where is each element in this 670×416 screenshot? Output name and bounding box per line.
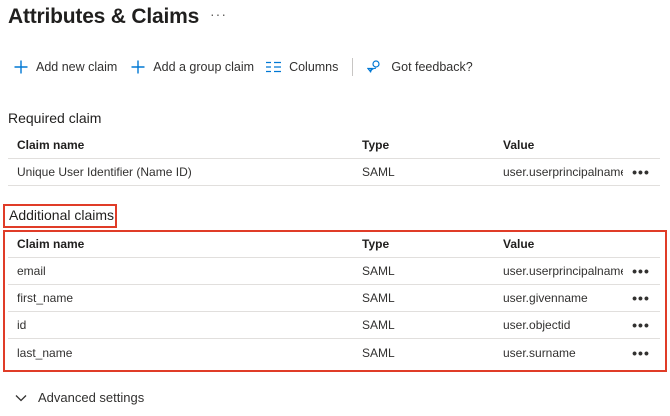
page-title: Attributes & Claims (8, 5, 200, 28)
table-row[interactable]: last_name SAML user.surname ••• (8, 339, 660, 366)
required-claim-heading: Required claim (8, 110, 102, 126)
add-group-claim-label: Add a group claim (153, 60, 255, 74)
page-header: Attributes & Claims (8, 2, 199, 32)
additional-claims-table: Claim name Type Value email SAML user.us… (8, 230, 660, 366)
columns-icon (266, 61, 282, 73)
claim-name-cell: first_name (17, 291, 74, 305)
claim-type-cell: SAML (362, 264, 395, 278)
table-header: Claim name Type Value (8, 230, 660, 258)
column-header-type[interactable]: Type (352, 237, 493, 251)
claim-value-cell: user.objectid (503, 318, 571, 332)
table-row[interactable]: first_name SAML user.givenname ••• (8, 285, 660, 312)
column-header-claim-name[interactable]: Claim name (8, 237, 352, 251)
add-new-claim-label: Add new claim (36, 60, 118, 74)
claim-name-cell: last_name (17, 345, 73, 360)
claim-name-cell: Unique User Identifier (Name ID) (17, 165, 192, 179)
table-header: Claim name Type Value (8, 131, 660, 159)
claim-value-cell: user.surname (503, 345, 576, 360)
claim-name-cell: email (17, 264, 46, 278)
feedback-icon (367, 59, 383, 75)
row-more-icon[interactable]: ••• (623, 318, 659, 332)
toolbar-divider (352, 58, 354, 76)
column-header-value[interactable]: Value (493, 138, 623, 152)
columns-label: Columns (289, 60, 339, 74)
chevron-down-icon (14, 391, 28, 405)
column-header-type[interactable]: Type (352, 138, 493, 152)
columns-button[interactable]: Columns (260, 54, 344, 80)
claim-value-cell: user.userprincipalname [... (503, 165, 623, 179)
command-bar: Add new claim Add a group claim Columns … (8, 54, 479, 80)
feedback-label: Got feedback? (391, 60, 473, 74)
plus-icon (14, 60, 28, 74)
advanced-settings-toggle[interactable]: Advanced settings (14, 390, 144, 405)
additional-claims-heading: Additional claims (9, 207, 115, 223)
advanced-settings-label: Advanced settings (38, 390, 145, 405)
column-header-claim-name[interactable]: Claim name (8, 138, 352, 152)
table-row[interactable]: id SAML user.objectid ••• (8, 312, 660, 339)
claim-name-cell: id (17, 318, 27, 332)
add-new-claim-button[interactable]: Add new claim (8, 54, 123, 80)
plus-icon (131, 60, 145, 74)
claim-type-cell: SAML (362, 345, 395, 360)
column-header-value[interactable]: Value (493, 237, 623, 251)
claim-value-cell: user.userprincipalname (503, 264, 623, 278)
claim-type-cell: SAML (362, 318, 395, 332)
row-more-icon[interactable]: ••• (623, 165, 659, 179)
more-icon[interactable]: ··· (210, 6, 227, 22)
required-claim-table: Claim name Type Value Unique User Identi… (8, 131, 660, 186)
row-more-icon[interactable]: ••• (623, 291, 659, 305)
claim-type-cell: SAML (362, 165, 395, 179)
claim-type-cell: SAML (362, 291, 395, 305)
feedback-button[interactable]: Got feedback? (361, 54, 478, 80)
add-group-claim-button[interactable]: Add a group claim (125, 54, 260, 80)
table-row[interactable]: email SAML user.userprincipalname ••• (8, 258, 660, 285)
table-row[interactable]: Unique User Identifier (Name ID) SAML us… (8, 159, 660, 186)
claim-value-cell: user.givenname (503, 291, 588, 305)
row-more-icon[interactable]: ••• (623, 264, 659, 278)
row-more-icon[interactable]: ••• (623, 346, 659, 360)
